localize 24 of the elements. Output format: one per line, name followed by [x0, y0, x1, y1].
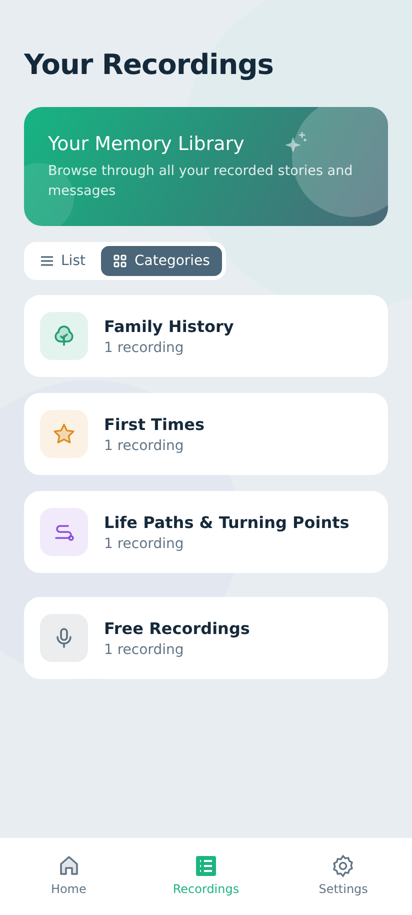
menu-icon: [40, 254, 54, 268]
categories-view-button[interactable]: Categories: [101, 246, 222, 276]
banner-subtitle: Browse through all your recorded stories and messages: [48, 162, 354, 201]
category-name: First Times: [104, 414, 204, 434]
list-view-button[interactable]: List: [28, 246, 98, 276]
list-icon: [194, 854, 218, 878]
banner-title: Your Memory Library: [48, 133, 244, 155]
settings-icon: [331, 854, 356, 878]
recording-count: 1 recording: [104, 536, 185, 552]
recording-count: 1 recording: [104, 340, 185, 356]
recording-count: 1 recording: [104, 438, 185, 454]
nav-tab[interactable]: Settings: [288, 854, 398, 896]
nav-tab[interactable]: Home: [14, 854, 124, 896]
page-title: Your Recordings: [24, 48, 274, 81]
category-card[interactable]: Free Recordings 1 recording: [24, 597, 388, 679]
category-name: Family History: [104, 316, 234, 336]
recording-count: 1 recording: [104, 642, 185, 658]
sparkle-icon: [284, 131, 308, 155]
category-card[interactable]: Family History 1 recording: [24, 295, 388, 377]
category-name: Free Recordings: [104, 618, 250, 638]
grid-icon: [113, 254, 128, 268]
category-card[interactable]: Life Paths & Turning Points 1 recording: [24, 491, 388, 573]
category-card[interactable]: First Times 1 recording: [24, 393, 388, 475]
category-name: Life Paths & Turning Points: [104, 512, 350, 532]
